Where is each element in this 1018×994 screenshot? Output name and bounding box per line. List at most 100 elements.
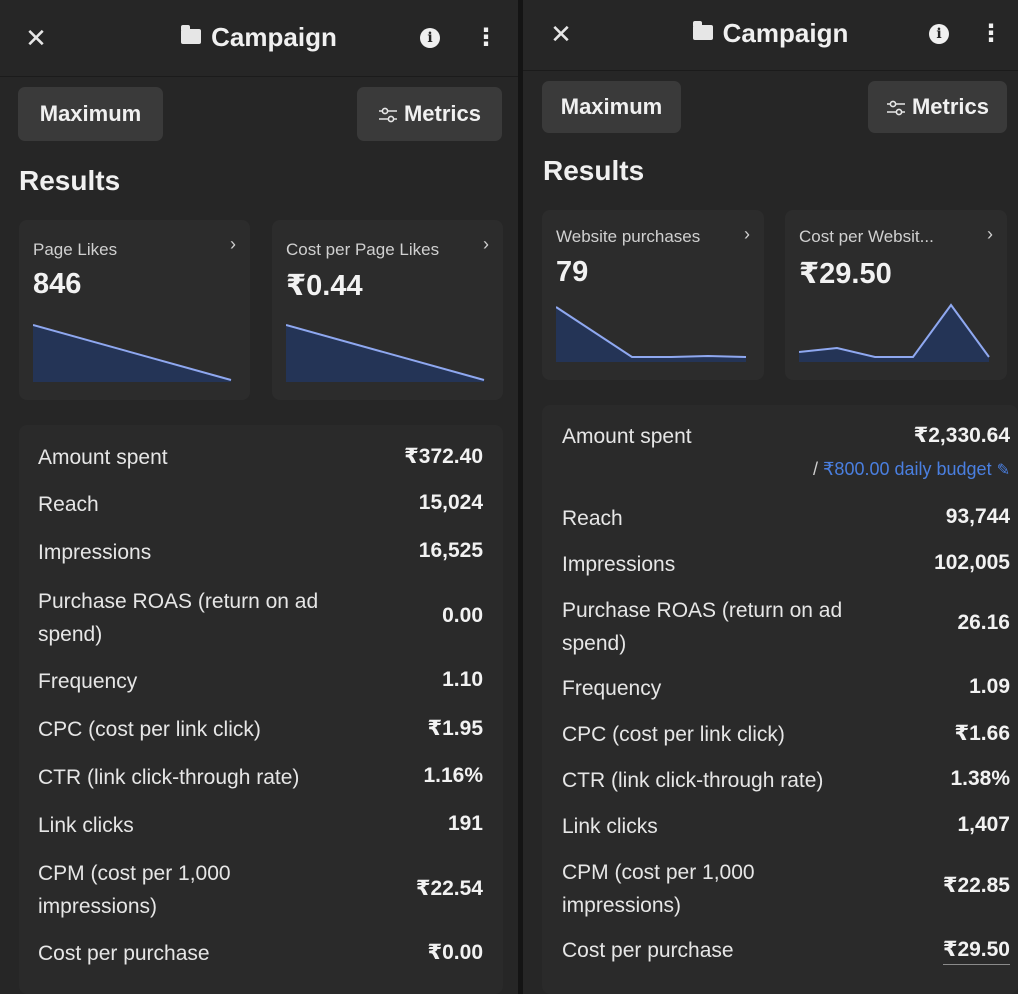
left-screen: ✕ Campaign i ⋮ Maximum Metrics Results P… <box>0 0 518 994</box>
metric-value: ₹0.00 <box>427 941 483 964</box>
metric-value: ₹22.85 <box>942 874 1010 897</box>
metrics-button[interactable]: Metrics <box>357 87 502 141</box>
maximum-button[interactable]: Maximum <box>18 87 163 141</box>
metric-label: Impressions <box>38 541 152 564</box>
metric-row-cost-per-purchase: Cost per purchase ₹0.00 <box>38 937 483 970</box>
pencil-icon[interactable]: ✎ <box>997 462 1010 479</box>
metric-row-purchase-roas: Purchase ROAS (return on ad spend) 26.16 <box>562 594 1010 660</box>
maximum-button[interactable]: Maximum <box>542 81 681 133</box>
metric-row-cpm: CPM (cost per 1,000 impressions) ₹22.85 <box>562 856 1010 922</box>
metric-row-amount-spent: Amount spent ₹2,330.64 <box>562 420 1010 453</box>
metric-row-purchase-roas: Purchase ROAS (return on ad spend) 0.00 <box>38 585 483 651</box>
metrics-button[interactable]: Metrics <box>868 81 1007 133</box>
card-label: Cost per Page Likes <box>286 240 440 259</box>
sparkline <box>799 303 990 362</box>
metric-value: ₹1.95 <box>427 717 483 740</box>
metric-value: 1.10 <box>442 668 483 691</box>
metric-value: 1.16% <box>423 764 483 787</box>
screens-container: ✕ Campaign i ⋮ Maximum Metrics Results P… <box>0 0 1018 994</box>
metric-row-amount-spent: Amount spent ₹372.40 <box>38 441 483 474</box>
metric-value: 1.38% <box>950 767 1010 790</box>
metric-label: Link clicks <box>562 815 658 838</box>
card-value: ₹29.50 <box>799 258 892 290</box>
right-screen: ✕ Campaign i ⋮ Maximum Metrics Results W… <box>523 0 1018 994</box>
daily-budget[interactable]: / ₹800.00 daily budget ✎ <box>813 459 1010 480</box>
metric-value: 102,005 <box>934 551 1010 574</box>
more-vertical-icon[interactable]: ⋮ <box>474 24 498 52</box>
page-title: Campaign <box>722 18 849 48</box>
metric-label: Purchase ROAS (return on ad spend) <box>562 599 843 655</box>
page-title-wrap: Campaign <box>0 22 518 53</box>
sliders-icon <box>886 100 905 116</box>
card-value: 79 <box>556 256 589 288</box>
metrics-button-label: Metrics <box>403 101 482 126</box>
metric-value: 16,525 <box>418 539 483 562</box>
card-value: 846 <box>33 268 82 300</box>
metric-label: Purchase ROAS (return on ad spend) <box>38 590 319 646</box>
page-title: Campaign <box>211 22 337 52</box>
metric-value: 1.09 <box>969 675 1010 698</box>
metric-label: CPM (cost per 1,000 impressions) <box>562 861 755 917</box>
sparkline <box>33 324 232 382</box>
result-card-page-likes[interactable]: Page Likes › 846 <box>19 220 250 400</box>
metric-label: CPM (cost per 1,000 impressions) <box>38 862 231 918</box>
metric-label: Cost per purchase <box>562 939 734 962</box>
results-heading: Results <box>543 155 645 186</box>
metric-value: 191 <box>447 812 483 835</box>
card-label: Page Likes <box>33 240 118 259</box>
top-bar: ✕ Campaign i ⋮ <box>523 0 1018 71</box>
results-heading: Results <box>19 165 121 196</box>
metric-label: CTR (link click-through rate) <box>38 766 300 789</box>
info-icon[interactable]: i <box>929 24 949 44</box>
info-icon[interactable]: i <box>420 28 440 48</box>
metric-row-ctr: CTR (link click-through rate) 1.16% <box>38 761 483 794</box>
metric-label: Frequency <box>562 677 662 700</box>
top-bar: ✕ Campaign i ⋮ <box>0 0 518 77</box>
metric-label: CTR (link click-through rate) <box>562 769 824 792</box>
result-card-cost-per-page-likes[interactable]: Cost per Page Likes › ₹0.44 <box>272 220 503 400</box>
card-label: Website purchases <box>556 227 701 246</box>
metric-row-impressions: Impressions 16,525 <box>38 536 483 569</box>
metric-label: Frequency <box>38 670 138 693</box>
metrics-button-label: Metrics <box>911 94 990 119</box>
chevron-right-icon: › <box>744 224 750 244</box>
metric-row-cpc: CPC (cost per link click) ₹1.66 <box>562 718 1010 751</box>
metric-row-cpm: CPM (cost per 1,000 impressions) ₹22.54 <box>38 857 483 923</box>
metric-row-frequency: Frequency 1.09 <box>562 672 1010 705</box>
metric-label: Amount spent <box>38 446 168 469</box>
metric-value: ₹22.54 <box>415 877 483 900</box>
metric-row-reach: Reach 15,024 <box>38 488 483 521</box>
metric-row-impressions: Impressions 102,005 <box>562 548 1010 581</box>
metric-label: CPC (cost per link click) <box>562 723 785 746</box>
metric-value: 15,024 <box>418 491 483 514</box>
metric-value: 1,407 <box>957 813 1010 836</box>
metric-value: 26.16 <box>957 611 1010 634</box>
metric-value: ₹2,330.64 <box>913 424 1010 447</box>
card-value: ₹0.44 <box>286 270 363 302</box>
metric-label: Reach <box>38 493 99 516</box>
metric-row-link-clicks: Link clicks 1,407 <box>562 810 1010 843</box>
chevron-right-icon: › <box>987 224 993 244</box>
metric-value: ₹1.66 <box>954 722 1010 745</box>
budget-prefix: / <box>812 459 818 479</box>
metric-value: ₹29.50 <box>942 937 1010 965</box>
metric-value: ₹372.40 <box>404 445 483 468</box>
metric-label: Reach <box>562 507 623 530</box>
metric-label: Amount spent <box>562 425 692 448</box>
metric-row-cpc: CPC (cost per link click) ₹1.95 <box>38 713 483 746</box>
metrics-panel: Amount spent ₹2,330.64 / ₹800.00 daily b… <box>542 405 1018 994</box>
metrics-panel: Amount spent ₹372.40 Reach 15,024 Impres… <box>19 425 503 994</box>
budget-link[interactable]: ₹800.00 daily budget <box>823 459 992 479</box>
chevron-right-icon: › <box>483 234 489 254</box>
card-label: Cost per Websit... <box>799 227 934 246</box>
result-card-cost-per-website-purchase[interactable]: Cost per Websit... › ₹29.50 <box>785 210 1007 380</box>
metric-row-link-clicks: Link clicks 191 <box>38 809 483 842</box>
metric-row-ctr: CTR (link click-through rate) 1.38% <box>562 764 1010 797</box>
result-card-website-purchases[interactable]: Website purchases › 79 <box>542 210 764 380</box>
sparkline <box>286 324 485 382</box>
metric-row-frequency: Frequency 1.10 <box>38 665 483 698</box>
metric-row-cost-per-purchase: Cost per purchase ₹29.50 <box>562 934 1010 967</box>
more-vertical-icon[interactable]: ⋮ <box>979 20 1003 48</box>
metric-row-reach: Reach 93,744 <box>562 502 1010 535</box>
folder-icon <box>181 25 202 44</box>
